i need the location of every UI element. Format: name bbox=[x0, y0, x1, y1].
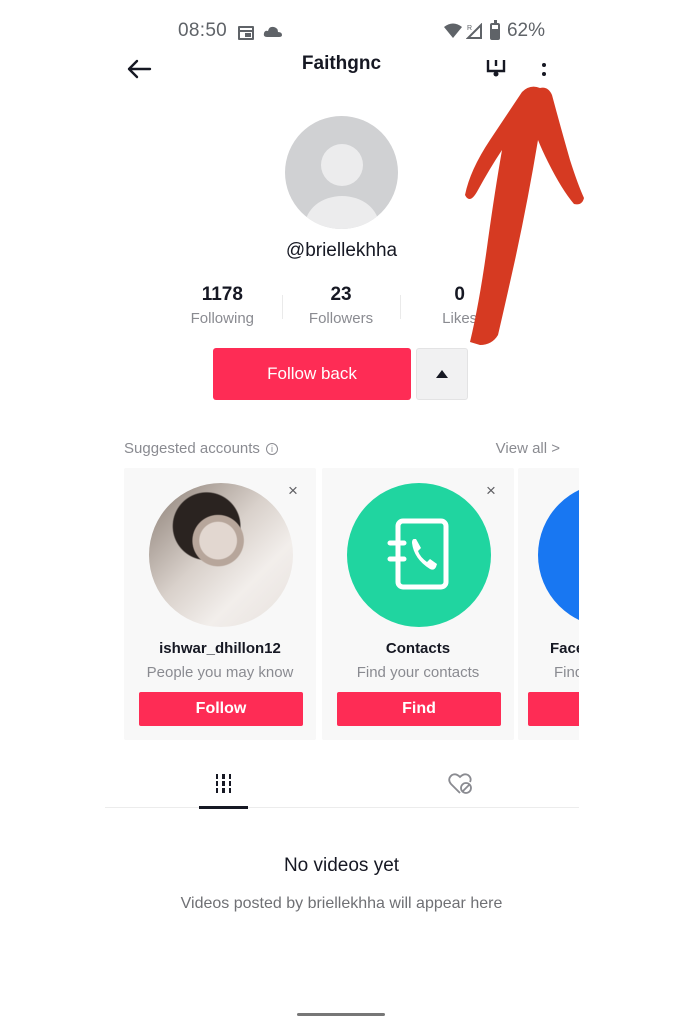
empty-state-title: No videos yet bbox=[283, 855, 400, 876]
calendar-icon bbox=[238, 26, 254, 40]
stat-label: Followers bbox=[308, 310, 374, 327]
stat-value: 1178 bbox=[201, 284, 243, 305]
find-facebook-button[interactable]: Find bbox=[528, 692, 579, 726]
tab-videos[interactable] bbox=[105, 760, 342, 809]
suggested-avatar[interactable] bbox=[149, 483, 293, 627]
card-subtitle: Find your friends bbox=[554, 664, 579, 681]
status-right: R 62% bbox=[443, 19, 545, 42]
user-photo bbox=[149, 483, 293, 627]
stat-value: 23 bbox=[330, 284, 352, 305]
notification-bell-button[interactable] bbox=[484, 56, 508, 80]
suggested-card: × ishwar_dhillon12 People you may know F… bbox=[124, 468, 316, 740]
tab-liked[interactable] bbox=[342, 760, 579, 808]
find-contacts-button[interactable]: Find bbox=[337, 692, 501, 726]
stat-likes[interactable]: 0 Likes bbox=[400, 283, 519, 327]
status-time: 08:50 bbox=[178, 20, 228, 41]
bell-icon bbox=[486, 60, 506, 77]
more-options-button[interactable] bbox=[532, 54, 556, 84]
card-name: Facebook friends bbox=[550, 640, 579, 657]
wifi-icon bbox=[443, 23, 462, 38]
content-tabs bbox=[105, 760, 579, 809]
svg-text:R: R bbox=[467, 25, 472, 32]
close-icon[interactable]: × bbox=[284, 482, 302, 500]
card-name: Contacts bbox=[385, 640, 451, 657]
suggested-card: Facebook friends Find your friends Find bbox=[518, 468, 579, 740]
profile-avatar bbox=[285, 116, 398, 229]
suggested-title: Suggested accounts bbox=[124, 440, 260, 457]
grid-icon bbox=[215, 774, 232, 794]
empty-state-subtitle: Videos posted by briellekhha will appear… bbox=[180, 895, 503, 912]
contacts-avatar[interactable] bbox=[347, 483, 491, 627]
header-title: Faithgnc bbox=[301, 53, 382, 74]
stat-label: Following bbox=[190, 310, 255, 327]
info-icon[interactable]: i bbox=[265, 442, 278, 455]
more-vertical-icon bbox=[542, 62, 546, 67]
suggested-card: × Contacts Find your contacts Find bbox=[322, 468, 514, 740]
suggested-toggle-button[interactable] bbox=[416, 348, 468, 400]
contacts-book-icon bbox=[387, 518, 449, 590]
hidden-heart-icon bbox=[447, 773, 472, 794]
battery-icon bbox=[489, 19, 500, 40]
stat-followers[interactable]: 23 Followers bbox=[281, 283, 401, 327]
follow-button[interactable]: Follow bbox=[139, 692, 303, 726]
profile-header: Faithgnc bbox=[0, 50, 683, 90]
view-all-link[interactable]: View all > bbox=[496, 440, 560, 457]
suggested-accounts-header: Suggested accounts i View all > bbox=[124, 440, 560, 460]
cloud-icon bbox=[263, 26, 282, 37]
active-tab-indicator bbox=[199, 806, 248, 809]
follow-back-button[interactable]: Follow back bbox=[213, 348, 411, 400]
profile-username: @briellekhha bbox=[285, 240, 398, 261]
signal-icon: R bbox=[465, 23, 482, 39]
home-indicator[interactable] bbox=[297, 1013, 385, 1016]
status-bar: 08:50 R 62% bbox=[0, 14, 683, 48]
stat-label: Likes bbox=[442, 310, 478, 327]
stat-value: 0 bbox=[454, 284, 465, 305]
card-subtitle: People you may know bbox=[146, 664, 294, 681]
profile-stats: 1178 Following 23 Followers 0 Likes bbox=[163, 283, 519, 327]
facebook-avatar[interactable] bbox=[538, 483, 579, 627]
card-name[interactable]: ishwar_dhillon12 bbox=[124, 640, 316, 657]
card-subtitle: Find your contacts bbox=[356, 664, 480, 681]
close-icon[interactable]: × bbox=[482, 482, 500, 500]
battery-percent: 62% bbox=[506, 20, 545, 41]
caret-up-icon bbox=[436, 370, 448, 378]
stat-following[interactable]: 1178 Following bbox=[163, 283, 282, 327]
suggested-cards: × ishwar_dhillon12 People you may know F… bbox=[124, 468, 579, 740]
